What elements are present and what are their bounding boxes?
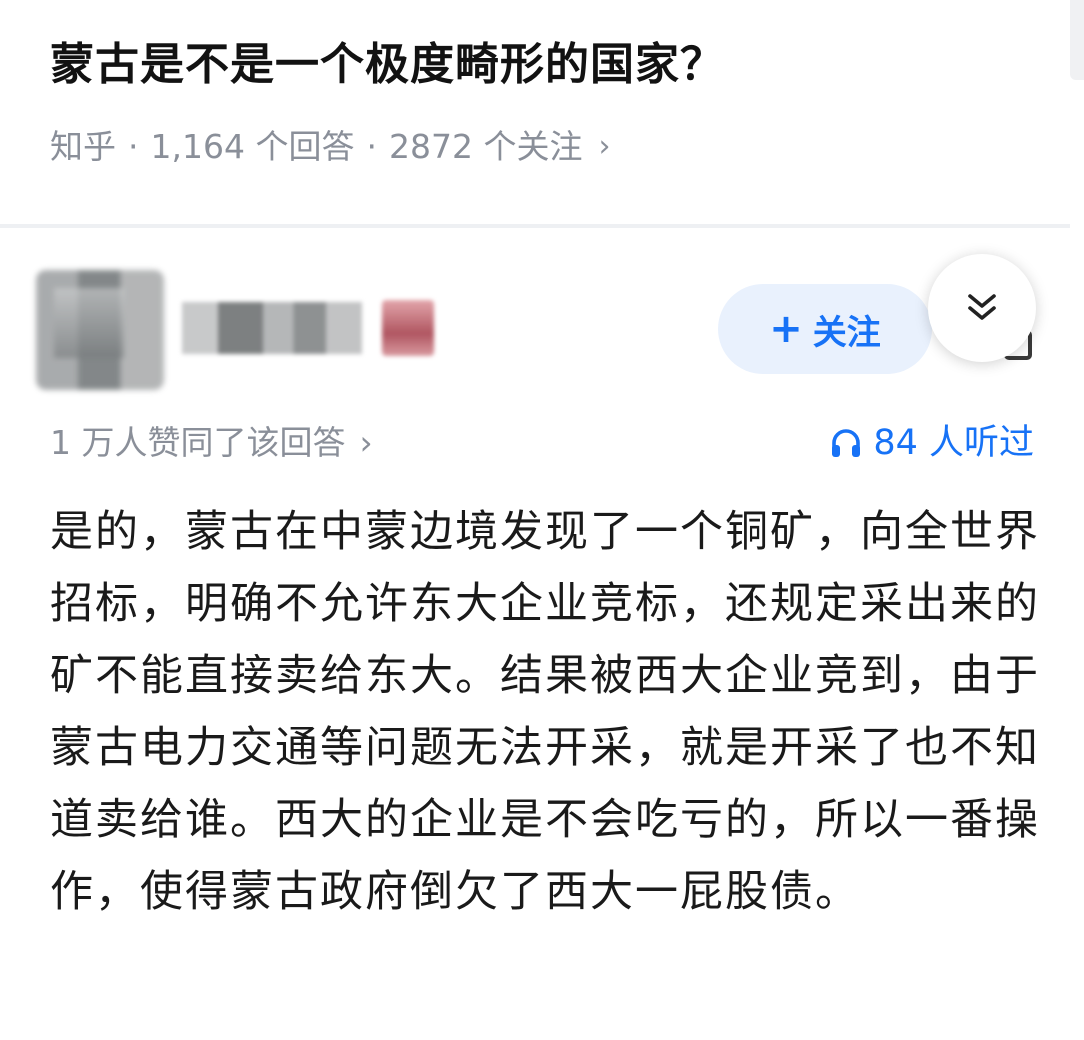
question-title[interactable]: 蒙古是不是一个极度畸形的国家？ [50, 32, 725, 98]
author-badge-blurred [382, 300, 434, 356]
chevron-right-icon: › [359, 423, 373, 462]
expand-button[interactable] [928, 254, 1036, 362]
plus-icon: + [769, 306, 803, 352]
source-label: 知乎 [50, 127, 116, 166]
follow-button[interactable]: + 关注 [718, 284, 932, 374]
listen-text: 84 人听过 [873, 423, 1034, 463]
meta-separator: · [366, 127, 377, 166]
double-chevron-down-icon [968, 294, 996, 320]
question-meta[interactable]: 知乎 · 1,164 个回答 · 2872 个关注 › [50, 122, 610, 172]
listen-count[interactable]: 84 人听过 [829, 418, 1034, 468]
follow-label: 关注 [812, 312, 881, 353]
avatar[interactable] [36, 270, 164, 390]
meta-separator: · [128, 127, 139, 166]
agree-text: 1 万人赞同了该回答 [50, 423, 346, 462]
agree-count[interactable]: 1 万人赞同了该回答 › [50, 418, 373, 468]
section-divider [0, 224, 1070, 228]
answer-body[interactable]: 是的，蒙古在中蒙边境发现了一个铜矿，向全世界招标，明确不允许东大企业竞标，还规定… [50, 496, 1040, 928]
author-name-blurred[interactable] [182, 302, 362, 354]
follower-count: 2872 个关注 [388, 127, 583, 166]
answer-count: 1,164 个回答 [150, 127, 355, 166]
headphones-icon [832, 429, 861, 457]
chevron-right-icon: › [598, 129, 611, 164]
scrollbar[interactable] [1070, 0, 1084, 80]
